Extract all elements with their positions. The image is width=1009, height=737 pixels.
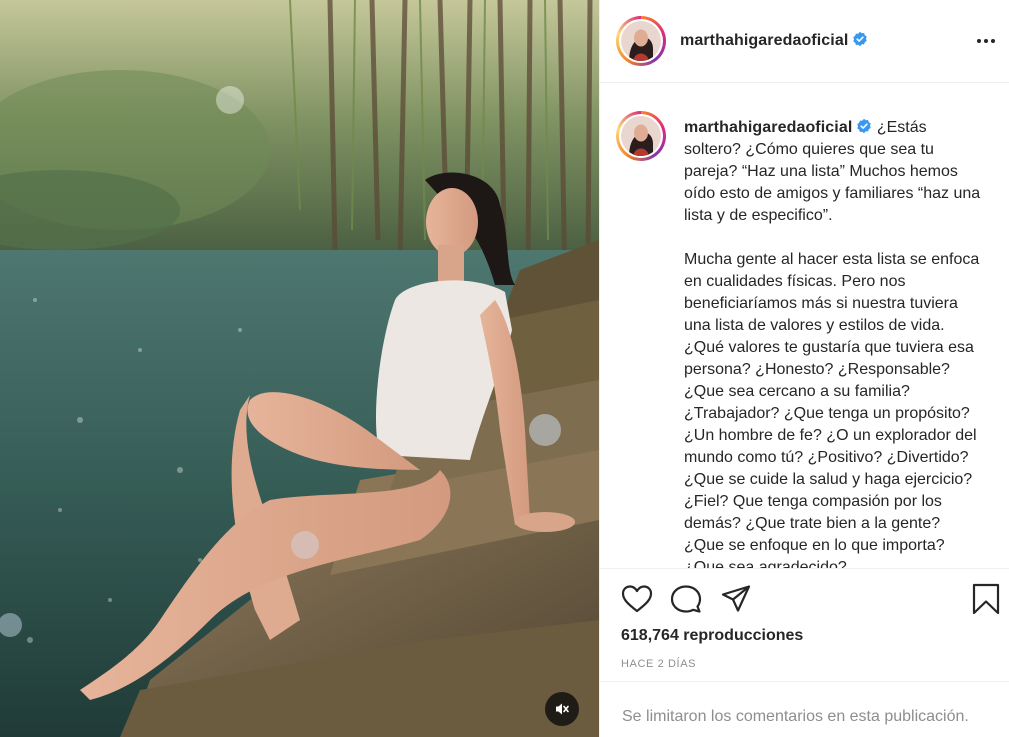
post-timestamp[interactable]: HACE 2 DÍAS xyxy=(621,658,696,670)
verified-badge-icon xyxy=(857,118,872,134)
share-icon[interactable] xyxy=(720,584,752,614)
post-actions: 618,764 reproducciones HACE 2 DÍAS Se li… xyxy=(600,568,1009,737)
post-side-panel: marthahigaredaoficial marthahigaredaofic… xyxy=(599,0,1009,737)
post-media[interactable] xyxy=(0,0,599,737)
avatar xyxy=(621,21,661,61)
caption-area: marthahigaredaoficial ¿Estás soltero? ¿C… xyxy=(600,84,1009,568)
caption-avatar xyxy=(621,116,661,156)
post-caption: marthahigaredaoficial ¿Estás soltero? ¿C… xyxy=(684,117,984,568)
caption-username[interactable]: marthahigaredaoficial xyxy=(684,119,852,136)
comments-limited-notice: Se limitaron los comentarios en esta pub… xyxy=(600,681,1009,737)
header-username[interactable]: marthahigaredaoficial xyxy=(680,31,868,50)
heart-icon[interactable] xyxy=(621,584,653,614)
mute-toggle-button[interactable] xyxy=(545,692,579,726)
post-header: marthahigaredaoficial xyxy=(600,0,1009,83)
story-ring[interactable] xyxy=(616,16,666,66)
caption-story-ring[interactable] xyxy=(616,111,666,161)
view-count[interactable]: 618,764 reproducciones xyxy=(621,627,803,645)
comments-limited-text: Se limitaron los comentarios en esta pub… xyxy=(622,708,969,725)
caption-text-2: Mucha gente al hacer esta lista se enfoc… xyxy=(684,251,980,568)
post-photo xyxy=(0,0,599,737)
more-options-icon[interactable] xyxy=(974,30,998,52)
bookmark-icon[interactable] xyxy=(971,583,1001,615)
verified-badge-icon xyxy=(853,31,868,47)
comment-icon[interactable] xyxy=(670,584,702,614)
speaker-muted-icon xyxy=(556,703,569,715)
header-username-text[interactable]: marthahigaredaoficial xyxy=(680,32,848,49)
